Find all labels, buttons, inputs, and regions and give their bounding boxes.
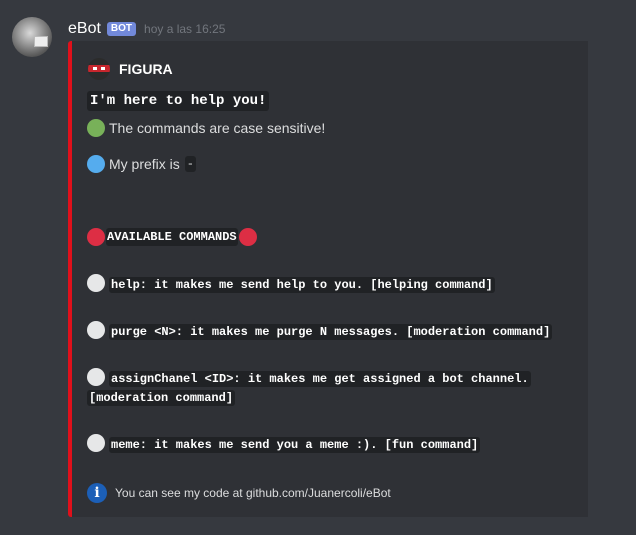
blue-circle-icon <box>87 155 105 173</box>
command-item-meme: meme: it makes me send you a meme :). [f… <box>87 434 587 455</box>
avatar-picture-detail <box>34 36 48 47</box>
prefix-value: - <box>184 156 196 172</box>
message-header: eBot BOT hoy a las 16:25 <box>68 20 225 38</box>
prefix-line: My prefix is - <box>87 155 196 173</box>
prefix-text: My prefix is <box>109 156 180 172</box>
command-text: meme: it makes me send you a meme :). [f… <box>109 437 481 453</box>
timestamp: hoy a las 16:25 <box>144 22 226 36</box>
avatar[interactable] <box>12 17 52 57</box>
commands-heading-text: AVAILABLE COMMANDS <box>106 228 238 246</box>
bot-badge: BOT <box>106 22 137 36</box>
red-circle-icon <box>87 228 105 246</box>
mask-avatar-icon <box>88 58 110 80</box>
author-name: FIGURA <box>119 61 173 77</box>
embed-title: I'm here to help you! <box>87 91 270 111</box>
command-text: purge <N>: it makes me purge N messages.… <box>109 324 553 340</box>
embed: FIGURA I'm here to help you! The command… <box>68 41 588 517</box>
case-sensitive-text: The commands are case sensitive! <box>109 120 326 136</box>
white-circle-icon <box>87 434 105 452</box>
username[interactable]: eBot <box>68 20 101 38</box>
command-text: help: it makes me send help to you. [hel… <box>109 277 495 293</box>
white-circle-icon <box>87 368 105 386</box>
case-sensitive-line: The commands are case sensitive! <box>87 119 325 137</box>
white-circle-icon <box>87 321 105 339</box>
green-circle-icon <box>87 119 105 137</box>
command-text: assignChanel <ID>: it makes me get assig… <box>87 371 531 406</box>
embed-author: FIGURA <box>88 58 173 80</box>
info-icon: i <box>87 483 107 503</box>
embed-footer: i You can see my code at github.com/Juan… <box>87 483 391 503</box>
command-item-help: help: it makes me send help to you. [hel… <box>87 274 587 295</box>
red-circle-icon <box>238 228 257 246</box>
footer-text: You can see my code at github.com/Juaner… <box>115 486 391 500</box>
command-item-assignchanel: assignChanel <ID>: it makes me get assig… <box>87 368 587 408</box>
command-item-purge: purge <N>: it makes me purge N messages.… <box>87 321 587 342</box>
commands-heading: AVAILABLE COMMANDS <box>87 228 257 246</box>
white-circle-icon <box>87 274 105 292</box>
